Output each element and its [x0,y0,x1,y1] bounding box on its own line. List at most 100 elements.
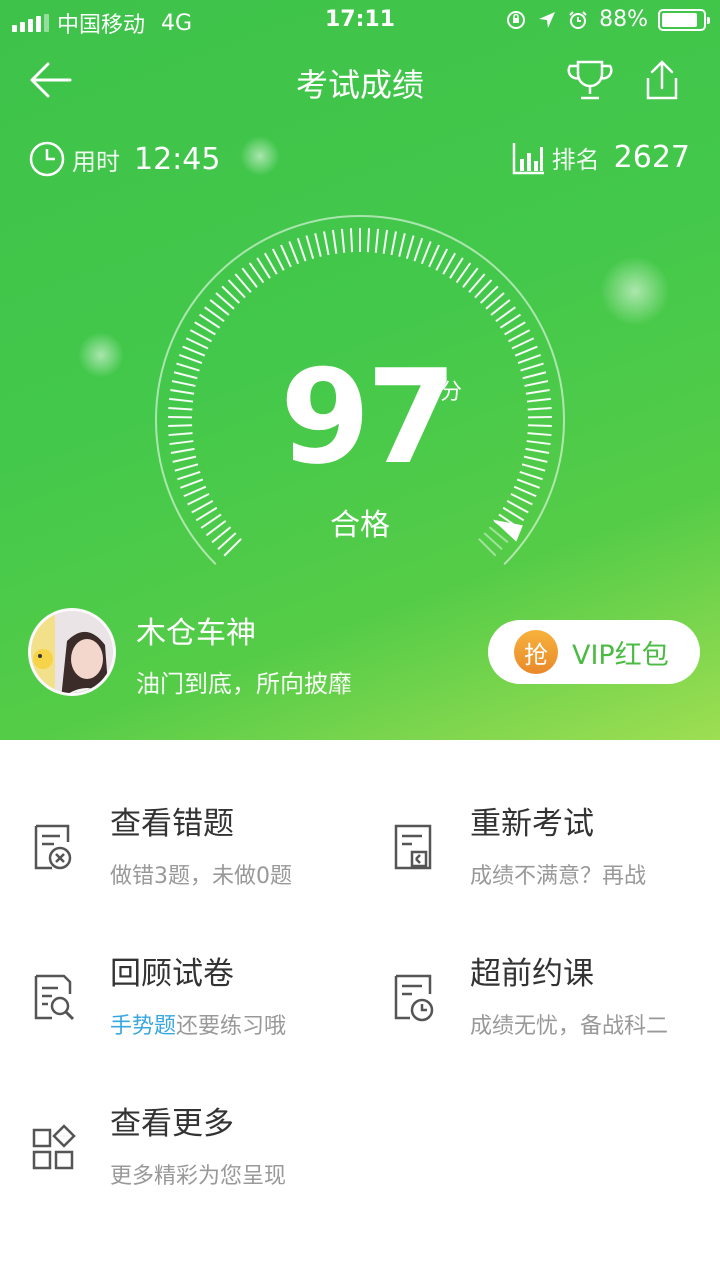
gauge-tick [288,241,300,265]
gauge-tick [513,485,537,498]
grade-label: 合格 [330,508,390,543]
gauge-tick [520,362,544,372]
gauge-tick [525,447,550,454]
gauge-tick [280,244,292,268]
gauge-tick [174,463,199,472]
gauge-tick [169,440,194,446]
gauge-tick [296,238,307,262]
gauge-tick [390,231,397,256]
menu-title: 查看错题 [110,806,234,842]
gauge-tick [349,228,354,253]
trophy-icon[interactable] [566,58,614,102]
gauge-tick [177,470,201,481]
gauge-tick [176,362,200,372]
menu-title: 回顾试卷 [110,956,234,992]
gauge-tick [168,406,193,411]
location-icon [539,11,556,28]
menu-subtitle: 成绩不满意？再战 [470,864,647,889]
gauge-tick [173,371,198,380]
gauge-tick [374,228,380,253]
retake-icon [394,824,432,870]
gauge-tick [519,470,543,481]
gauge-tick [264,252,278,275]
gauge-tick [185,337,209,350]
wrong-answers-icon [34,824,72,870]
gauge-tick [526,397,551,403]
menu-title: 超前约课 [470,956,594,992]
gauge-tick [180,478,204,489]
bar-chart-icon [512,142,544,174]
time-label: 用时 [72,147,120,176]
gauge-tick [428,244,440,268]
gauge-tick [189,329,212,343]
gauge-tick [527,432,552,437]
rank-label: 排名 [551,146,600,174]
gauge-tick [331,229,338,254]
gauge-tick [168,432,193,437]
rank-value: 2627 [613,140,690,175]
score-unit: 分 [440,380,463,405]
nav-bar: 考试成绩 [0,50,720,110]
gauge-tick [170,447,195,454]
status-bar: 中国移动 4G 17:11 88% [0,0,720,40]
menu-subtitle: 成绩无忧，备战科二 [470,1014,669,1039]
retake-exam[interactable]: 重新考试 成绩不满意？再战 [390,798,720,918]
vip-red-packet-button[interactable]: 抢 VIP红包 [488,620,700,684]
time-value: 12:45 [134,141,221,177]
bokeh-light [78,332,124,378]
gauge-tick [527,424,552,428]
gauge-tick [382,229,389,254]
gauge-tick [522,371,547,380]
gauge-tick [169,397,194,403]
gauge-tick [514,345,538,357]
subtitle-rest: 还要练习哦 [176,1014,287,1039]
view-wrong-questions[interactable]: 查看错题 做错3题，未做0题 [30,798,370,918]
menu-subtitle: 更多精彩为您呈现 [110,1164,287,1189]
user-motto: 油门到底，所向披靡 [136,670,352,698]
gauge-tick [168,424,193,428]
gauge-tick [524,380,549,387]
share-icon[interactable] [640,58,684,102]
review-search-icon [34,974,75,1021]
book-lesson[interactable]: 超前约课 成绩无忧，备战科二 [390,948,720,1068]
grab-badge: 抢 [514,630,558,674]
gauge-tick [517,354,541,365]
gauge-tick [435,248,449,271]
menu-title: 查看更多 [110,1106,234,1142]
avatar[interactable] [28,608,116,696]
gauge-tick [405,235,415,259]
gauge-tick [314,233,322,257]
user-name: 木仓车神 [136,616,256,651]
gauge-tick [305,235,315,259]
battery-percent: 88% [599,7,648,32]
bokeh-light [600,256,670,326]
review-paper[interactable]: 回顾试卷 手势题还要练习哦 [30,948,370,1068]
gauge-tick [526,440,551,446]
gauge-tick [183,485,207,498]
view-more[interactable]: 查看更多 更多精彩为您呈现 [30,1098,370,1218]
gauge-tick [179,354,203,365]
menu-title: 重新考试 [470,806,594,842]
gauge-tick [523,455,548,463]
ranking: 排名 2627 [512,140,690,175]
gauge-tick [340,228,346,253]
vip-label: VIP红包 [572,639,669,671]
gauge-tick [516,478,540,489]
gauge-tick [398,233,406,257]
clock-icon [29,141,65,177]
menu-subtitle: 做错3题，未做0题 [110,864,292,889]
gauge-tick [442,252,456,275]
elapsed-time: 用时 12:45 [28,140,220,178]
gauge-tick [527,406,552,411]
orientation-lock-icon [507,10,526,29]
gauge-tick [525,388,550,395]
gauge-tick [366,228,371,253]
menu-subtitle: 手势题还要练习哦 [110,1008,286,1040]
score-header: 中国移动 4G 17:11 88% 考试成绩 用时 12:45 排名 2627 … [0,0,720,740]
gauge-tick [323,231,330,256]
gauge-tick [511,337,535,350]
schedule-icon [394,974,434,1022]
gauge-tick [170,388,195,395]
gauge-tick [413,238,424,262]
highlight-link[interactable]: 手势题 [110,1014,176,1039]
